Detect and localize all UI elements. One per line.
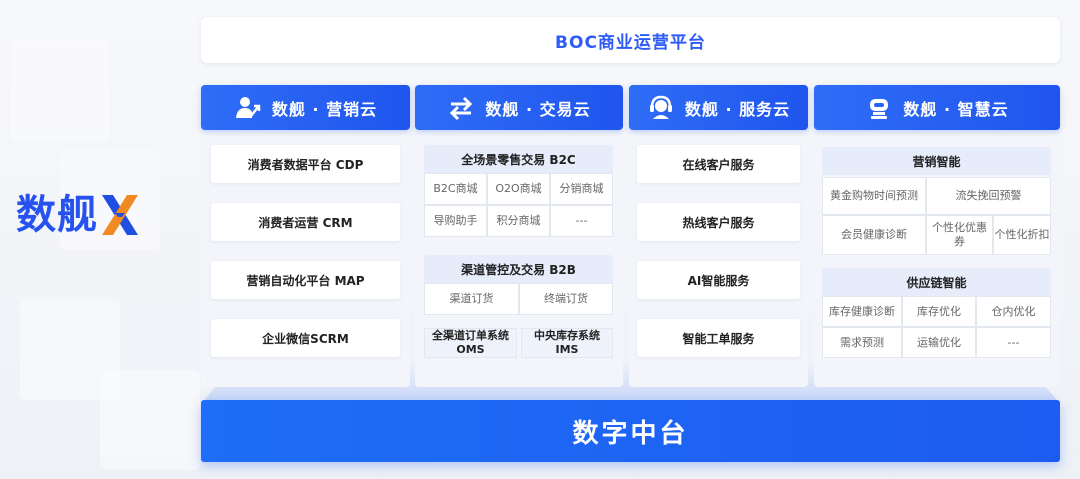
column-body: 营销智能 黄金购物时间预测 流失挽回预警 会员健康诊断 个性化优惠券 个性化折扣… [814, 137, 1060, 387]
cell-transport-optimize[interactable]: 运输优化 [902, 327, 976, 358]
group-title: 全场景零售交易 B2C [424, 145, 613, 173]
group-supply-ai: 供应链智能 库存健康诊断 库存优化 仓内优化 需求预测 运输优化 --- [822, 268, 1051, 358]
column-title: 数舰 · 营销云 [271, 99, 378, 119]
user-growth-icon [235, 96, 261, 118]
system-code: IMS [555, 343, 579, 356]
cell-personal-coupon[interactable]: 个性化优惠券 [926, 215, 993, 255]
column-header-smart[interactable]: 数舰 · 智慧云 [814, 85, 1060, 130]
cell-placeholder: --- [976, 327, 1051, 358]
item-hotline-service[interactable]: 热线客户服务 [637, 203, 800, 241]
item-online-service[interactable]: 在线客户服务 [637, 145, 800, 183]
cell-b2c-mall[interactable]: B2C商城 [424, 173, 487, 205]
system-name: 全渠道订单系统 [432, 329, 509, 342]
group-b2b: 渠道管控及交易 B2B 渠道订货 终端订货 [424, 255, 613, 315]
column-header-trade[interactable]: 数舰 · 交易云 [415, 85, 623, 130]
column-title: 数舰 · 交易云 [485, 99, 591, 119]
group-b2c: 全场景零售交易 B2C B2C商城 O2O商城 分销商城 导购助手 积分商城 -… [424, 145, 613, 237]
cell-channel-order[interactable]: 渠道订货 [424, 283, 519, 315]
item-crm[interactable]: 消费者运营 CRM [211, 203, 400, 241]
group-title: 营销智能 [822, 147, 1051, 175]
column-service-cloud: 数舰 · 服务云 在线客户服务 热线客户服务 AI智能服务 智能工单服务 [629, 85, 808, 387]
item-scrm[interactable]: 企业微信SCRM [211, 319, 400, 357]
top-banner-title: BOC商业运营平台 [555, 32, 706, 53]
cell-distribution-mall[interactable]: 分销商城 [550, 173, 613, 205]
cell-points-mall[interactable]: 积分商城 [487, 205, 550, 237]
cell-o2o-mall[interactable]: O2O商城 [487, 173, 550, 205]
column-body: 全场景零售交易 B2C B2C商城 O2O商城 分销商城 导购助手 积分商城 -… [415, 137, 623, 387]
cell-churn-alert[interactable]: 流失挽回预警 [926, 177, 1051, 215]
column-trade-cloud: 数舰 · 交易云 全场景零售交易 B2C B2C商城 O2O商城 分销商城 导购… [415, 85, 623, 387]
column-header-marketing[interactable]: 数舰 · 营销云 [201, 85, 410, 130]
group-title: 供应链智能 [822, 268, 1051, 296]
system-code: OMS [456, 343, 485, 356]
x-logo-icon [102, 195, 138, 235]
exchange-arrows-icon [450, 96, 473, 120]
cell-terminal-order[interactable]: 终端订货 [519, 283, 613, 315]
column-header-service[interactable]: 数舰 · 服务云 [629, 85, 808, 130]
headset-icon [649, 95, 672, 119]
cell-placeholder: --- [550, 205, 613, 237]
cell-demand-forecast[interactable]: 需求预测 [822, 327, 902, 358]
column-body: 消费者数据平台 CDP 消费者运营 CRM 营销自动化平台 MAP 企业微信SC… [201, 137, 410, 387]
system-name: 中央库存系统 [534, 329, 600, 342]
column-title: 数舰 · 智慧云 [903, 99, 1009, 119]
cell-member-health[interactable]: 会员健康诊断 [822, 215, 926, 255]
column-smart-cloud: 数舰 · 智慧云 营销智能 黄金购物时间预测 流失挽回预警 会员健康诊断 个性化… [814, 85, 1060, 387]
brand-logo: 数舰 [16, 190, 140, 240]
column-title: 数舰 · 服务云 [684, 99, 791, 119]
system-ims[interactable]: 中央库存系统 IMS [521, 328, 613, 358]
robot-icon [870, 98, 889, 119]
column-body: 在线客户服务 热线客户服务 AI智能服务 智能工单服务 [629, 137, 808, 387]
cell-personal-discount[interactable]: 个性化折扣 [993, 215, 1051, 255]
item-cdp[interactable]: 消费者数据平台 CDP [211, 145, 400, 183]
top-banner: BOC商业运营平台 [201, 17, 1060, 63]
logo-text: 数舰 [16, 192, 98, 238]
item-ticket-service[interactable]: 智能工单服务 [637, 319, 800, 357]
cell-inventory-optimize[interactable]: 库存优化 [902, 296, 976, 327]
digital-platform: 数字中台 [201, 400, 1060, 462]
system-oms[interactable]: 全渠道订单系统 OMS [424, 328, 517, 358]
group-title: 渠道管控及交易 B2B [424, 255, 613, 283]
cell-inventory-health[interactable]: 库存健康诊断 [822, 296, 902, 327]
cell-golden-time[interactable]: 黄金购物时间预测 [822, 177, 926, 215]
cell-warehouse-optimize[interactable]: 仓内优化 [976, 296, 1051, 327]
item-ai-service[interactable]: AI智能服务 [637, 261, 800, 299]
group-marketing-ai: 营销智能 黄金购物时间预测 流失挽回预警 会员健康诊断 个性化优惠券 个性化折扣 [822, 147, 1051, 255]
item-map[interactable]: 营销自动化平台 MAP [211, 261, 400, 299]
platform-title: 数字中台 [572, 418, 689, 449]
column-marketing-cloud: 数舰 · 营销云 消费者数据平台 CDP 消费者运营 CRM 营销自动化平台 M… [201, 85, 410, 387]
cell-shopping-guide[interactable]: 导购助手 [424, 205, 487, 237]
